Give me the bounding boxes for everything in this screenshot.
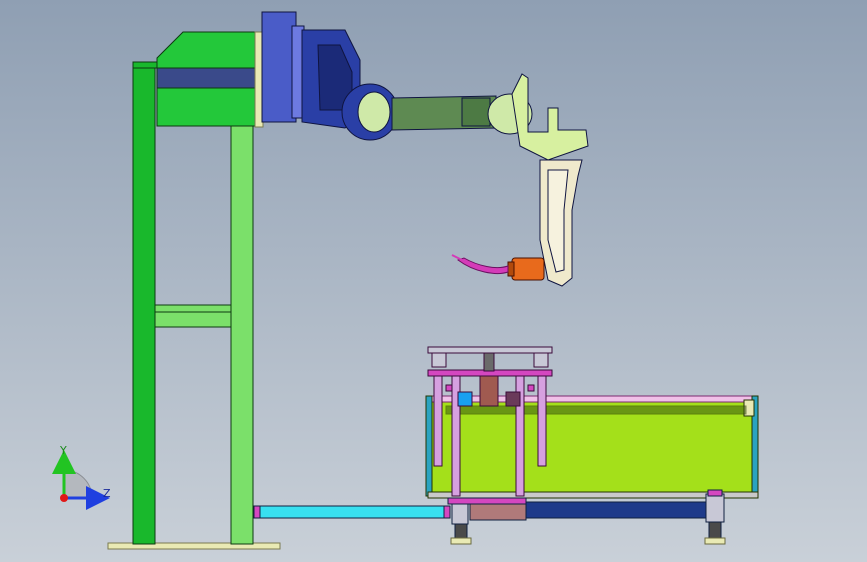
forearm-sleeve: [461, 97, 491, 127]
mid-crossbeam: [154, 304, 232, 328]
torch-body: [511, 257, 545, 281]
torch-ring: [507, 261, 515, 277]
table-dark-band: [445, 405, 747, 415]
robot-workcell-drawing: Y Z: [0, 0, 867, 562]
fixture-top-plate: [427, 346, 553, 354]
mount-dark-band: [156, 67, 258, 89]
table-top-rail: [429, 395, 757, 403]
fixture-center-bearing: [483, 352, 495, 372]
work-table[interactable]: [425, 395, 759, 499]
cyan-rail: [257, 505, 449, 519]
robot-base: [261, 11, 297, 123]
fixture-dark-block: [505, 391, 521, 407]
x-axis-dot: [60, 494, 68, 502]
blue-rail: [525, 501, 713, 519]
elbow-joint-inner: [357, 91, 391, 133]
right-foot: [708, 521, 722, 539]
cad-viewport[interactable]: Y Z: [0, 0, 867, 562]
left-upright: [132, 65, 156, 545]
fixture-blue-block: [457, 391, 473, 407]
y-axis-label: Y: [59, 444, 67, 457]
z-axis-label: Z: [103, 487, 111, 500]
table-left-cap: [425, 395, 433, 497]
right-upright: [230, 65, 254, 545]
left-foot: [454, 523, 468, 539]
